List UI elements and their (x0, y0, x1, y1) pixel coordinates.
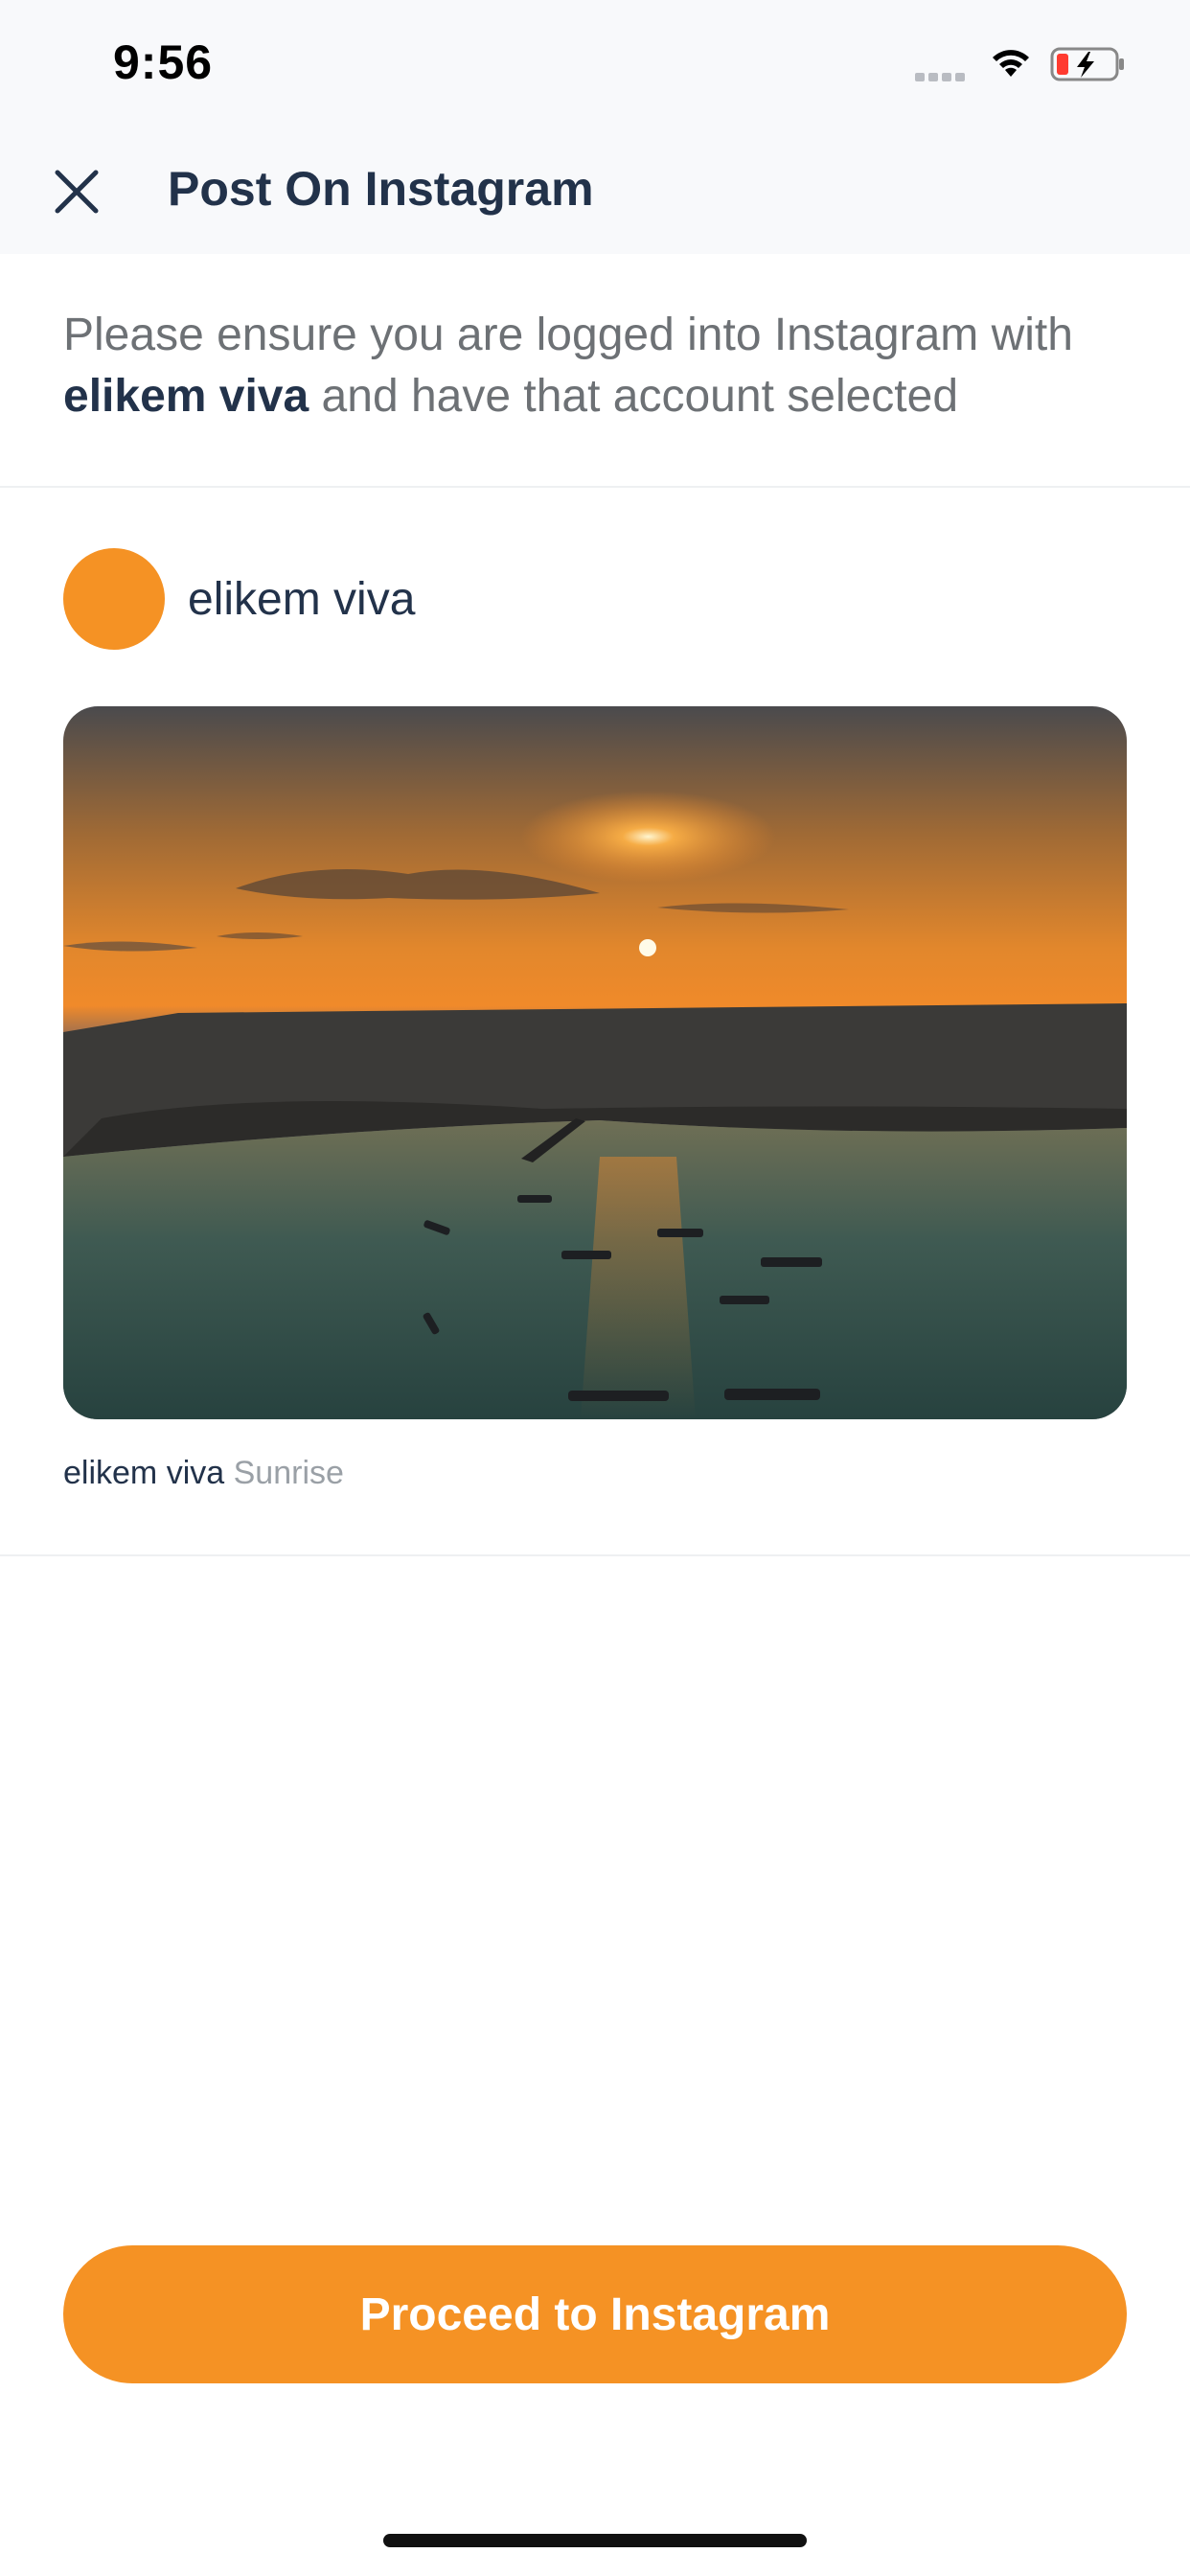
instruction-suffix: and have that account selected (321, 371, 959, 422)
divider (0, 1554, 1190, 1556)
account-name: elikem viva (188, 574, 416, 625)
divider (0, 486, 1190, 488)
page-title: Post On Instagram (168, 162, 594, 216)
instruction-account: elikem viva (63, 371, 309, 422)
cellular-signal-icon (915, 69, 969, 86)
home-indicator (383, 2534, 807, 2547)
avatar (63, 548, 165, 650)
wifi-icon (993, 50, 1029, 77)
close-icon[interactable] (50, 165, 103, 218)
login-instruction: Please ensure you are logged into Instag… (63, 305, 1136, 427)
caption-user: elikem viva (63, 1455, 225, 1491)
battery-charging-icon (1050, 47, 1124, 81)
instruction-prefix: Please ensure you are logged into Instag… (63, 310, 1073, 360)
status-bar: 9:56 (0, 0, 1190, 134)
post-caption: elikem viva Sunrise (63, 1455, 344, 1492)
proceed-to-instagram-button[interactable]: Proceed to Instagram (63, 2245, 1127, 2383)
status-time: 9:56 (113, 35, 214, 89)
post-image (63, 706, 1127, 1419)
caption-text: Sunrise (233, 1455, 344, 1491)
